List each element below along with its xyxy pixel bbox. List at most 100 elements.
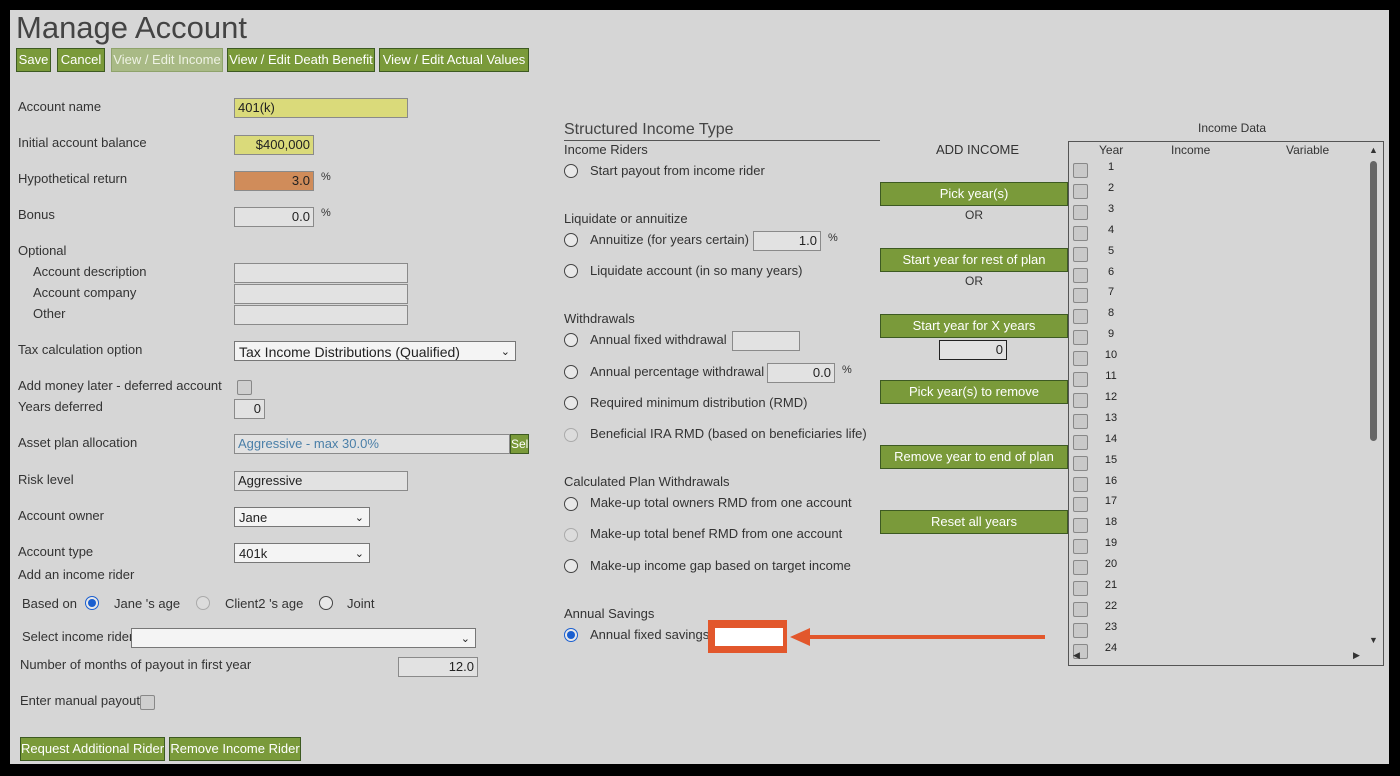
- makeup-owners-radio[interactable]: [564, 497, 578, 511]
- other-label: Other: [33, 306, 66, 321]
- pick-years-button[interactable]: Pick year(s): [880, 182, 1068, 206]
- request-additional-rider-button[interactable]: Request Additional Rider: [20, 737, 165, 761]
- view-edit-actual-values-button[interactable]: View / Edit Actual Values: [379, 48, 529, 72]
- account-description-field[interactable]: [234, 263, 408, 283]
- annual-fixed-withdrawal-field[interactable]: [732, 331, 800, 351]
- row-checkbox[interactable]: [1073, 392, 1088, 408]
- annual-fixed-withdrawal-radio[interactable]: [564, 333, 578, 347]
- cancel-button[interactable]: Cancel: [57, 48, 105, 72]
- scrollbar-thumb[interactable]: [1370, 161, 1377, 441]
- asset-plan-field[interactable]: Aggressive - max 30.0%: [234, 434, 510, 454]
- x-years-field[interactable]: 0: [939, 340, 1007, 360]
- based-on-jane-radio[interactable]: [85, 596, 99, 610]
- liquidate-radio[interactable]: [564, 264, 578, 278]
- risk-level-field[interactable]: Aggressive: [234, 471, 408, 491]
- remove-year-end-button[interactable]: Remove year to end of plan: [880, 445, 1068, 469]
- row-checkbox[interactable]: [1073, 413, 1088, 429]
- add-money-later-checkbox[interactable]: [237, 380, 252, 395]
- row-checkbox[interactable]: [1073, 246, 1088, 262]
- chevron-down-icon: ⌄: [354, 548, 364, 560]
- annuitize-percent: %: [828, 232, 838, 244]
- scroll-up-icon[interactable]: ▲: [1369, 145, 1378, 155]
- horizontal-scrollbar[interactable]: ◀ ▶: [1069, 649, 1367, 663]
- row-checkbox[interactable]: [1073, 476, 1088, 492]
- save-button[interactable]: Save: [16, 48, 51, 72]
- annual-savings-label: Annual Savings: [564, 606, 655, 621]
- chevron-down-icon: ⌄: [460, 633, 470, 645]
- row-checkbox[interactable]: [1073, 497, 1088, 513]
- row-checkbox[interactable]: [1073, 581, 1088, 596]
- months-payout-field[interactable]: 12.0: [398, 657, 478, 677]
- start-payout-radio[interactable]: [564, 164, 578, 178]
- annuitize-radio[interactable]: [564, 233, 578, 247]
- start-year-rest-button[interactable]: Start year for rest of plan: [880, 248, 1068, 272]
- annual-fixed-savings-radio[interactable]: [564, 628, 578, 642]
- row-year: 14: [1104, 432, 1118, 445]
- view-edit-death-benefit-button[interactable]: View / Edit Death Benefit: [227, 48, 375, 72]
- income-data-table[interactable]: Year Income Variable 1 2 3 4 5 6 7 8 9 10 11 12 13 14…: [1068, 141, 1384, 666]
- based-on-joint-radio[interactable]: [319, 596, 333, 610]
- view-edit-income-button[interactable]: View / Edit Income: [111, 48, 223, 72]
- row-checkbox[interactable]: [1073, 225, 1088, 241]
- or-label-2: OR: [965, 274, 983, 288]
- annual-percentage-withdrawal-field[interactable]: 0.0: [767, 363, 835, 383]
- account-company-field[interactable]: [234, 284, 408, 304]
- row-checkbox[interactable]: [1073, 518, 1088, 534]
- calc-plan-withdrawals-label: Calculated Plan Withdrawals: [564, 474, 730, 489]
- years-deferred-field[interactable]: 0: [234, 399, 265, 419]
- row-checkbox[interactable]: [1073, 183, 1088, 199]
- rmd-radio[interactable]: [564, 396, 578, 410]
- bonus-field[interactable]: 0.0: [234, 207, 314, 227]
- row-checkbox[interactable]: [1073, 560, 1088, 576]
- annual-percentage-withdrawal-label: Annual percentage withdrawal: [590, 364, 765, 379]
- reset-all-years-button[interactable]: Reset all years: [880, 510, 1068, 534]
- row-checkbox[interactable]: [1073, 539, 1088, 555]
- makeup-gap-label: Make-up income gap based on target incom…: [590, 558, 851, 573]
- row-checkbox[interactable]: [1073, 372, 1088, 387]
- row-checkbox[interactable]: [1073, 622, 1088, 638]
- asset-plan-select-button[interactable]: Sel: [510, 434, 529, 454]
- beneficial-rmd-radio[interactable]: [564, 428, 578, 442]
- annual-percentage-withdrawal-radio[interactable]: [564, 365, 578, 379]
- remove-income-rider-button[interactable]: Remove Income Rider: [169, 737, 301, 761]
- makeup-benef-radio[interactable]: [564, 528, 578, 542]
- tax-calc-select[interactable]: Tax Income Distributions (Qualified) ⌄: [234, 341, 516, 361]
- row-checkbox[interactable]: [1073, 163, 1088, 178]
- hypothetical-return-field[interactable]: 3.0: [234, 171, 314, 191]
- row-checkbox[interactable]: [1073, 204, 1088, 220]
- makeup-gap-radio[interactable]: [564, 559, 578, 573]
- income-riders-label: Income Riders: [564, 142, 648, 157]
- row-year: 18: [1104, 516, 1118, 529]
- select-income-rider-select[interactable]: ⌄: [131, 628, 476, 648]
- start-year-x-button[interactable]: Start year for X years: [880, 314, 1068, 338]
- row-year: 3: [1107, 202, 1115, 215]
- months-payout-label: Number of months of payout in first year: [20, 657, 252, 672]
- row-checkbox[interactable]: [1073, 351, 1088, 367]
- manual-payout-checkbox[interactable]: [140, 695, 155, 710]
- initial-balance-field[interactable]: $400,000: [234, 135, 314, 155]
- account-owner-select[interactable]: Jane ⌄: [234, 507, 370, 527]
- row-checkbox[interactable]: [1073, 455, 1088, 471]
- annuitize-years-field[interactable]: 1.0: [753, 231, 821, 251]
- row-year: 17: [1104, 495, 1118, 508]
- based-on-joint-label: Joint: [347, 596, 375, 611]
- row-checkbox[interactable]: [1073, 330, 1088, 346]
- other-field[interactable]: [234, 305, 408, 325]
- account-type-select[interactable]: 401k ⌄: [234, 543, 370, 563]
- row-year: 10: [1104, 349, 1118, 362]
- annual-fixed-savings-field[interactable]: [715, 628, 783, 646]
- vertical-scrollbar[interactable]: ▲ ▼: [1367, 145, 1381, 645]
- row-checkbox[interactable]: [1073, 434, 1088, 450]
- liquidate-annuitize-label: Liquidate or annuitize: [564, 211, 688, 226]
- based-on-client2-radio[interactable]: [196, 596, 210, 610]
- scroll-right-icon[interactable]: ▶: [1353, 650, 1360, 661]
- row-checkbox[interactable]: [1073, 288, 1088, 304]
- scroll-left-icon[interactable]: ◀: [1073, 650, 1080, 661]
- row-checkbox[interactable]: [1073, 309, 1088, 325]
- scroll-down-icon[interactable]: ▼: [1369, 635, 1378, 645]
- row-year: 16: [1104, 474, 1118, 487]
- row-checkbox[interactable]: [1073, 267, 1088, 283]
- row-checkbox[interactable]: [1073, 601, 1088, 617]
- account-name-field[interactable]: 401(k): [234, 98, 408, 118]
- pick-years-remove-button[interactable]: Pick year(s) to remove: [880, 380, 1068, 404]
